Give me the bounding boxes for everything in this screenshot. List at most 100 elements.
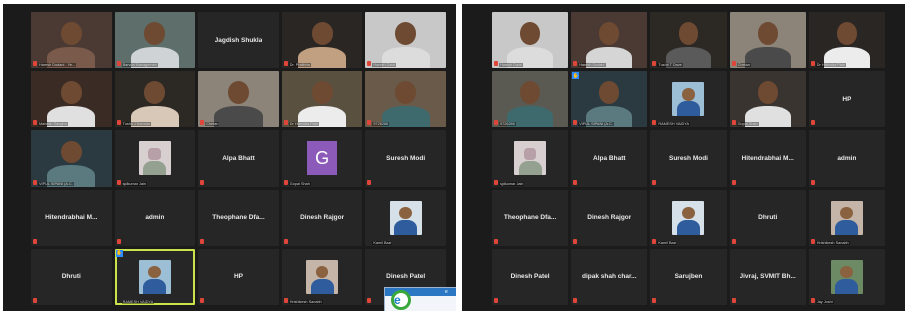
mic-muted-icon — [810, 120, 815, 126]
participant-tile[interactable]: Kamil Bazi — [650, 189, 727, 246]
participant-label: VIPUL SIPANI (A.C. — [578, 122, 614, 127]
participant-tile[interactable]: ✋ VIPUL SIPANI (A.C. — [571, 71, 648, 128]
profile-picture — [138, 141, 171, 176]
participant-tile[interactable]: Hrishikesh Sanabh — [281, 248, 363, 305]
participant-label: RAMESH VAIDYA — [121, 300, 155, 304]
participant-tile[interactable]: Alpa Bhatt — [571, 130, 648, 187]
participant-tile[interactable]: RAMESH VAIDYA — [650, 71, 727, 128]
participant-tile[interactable]: VIPUL SIPANI (A.C. — [31, 130, 112, 187]
participant-tile[interactable]: Dhruti — [31, 248, 112, 305]
participant-label: sjdkumar Jain — [499, 181, 525, 186]
participant-tile[interactable]: Haresh Dalal — [365, 12, 446, 69]
participant-tile[interactable]: Theophane Dfa... — [198, 189, 279, 246]
participant-label: Haresh Dodani — [578, 63, 606, 68]
profile-picture — [389, 200, 422, 235]
participant-name: Jagdish Shukla — [214, 36, 263, 44]
mic-muted-icon — [116, 120, 121, 126]
participant-tile[interactable]: Tushti J Kamdar — [114, 71, 196, 128]
video-feed — [729, 71, 806, 128]
participant-label: Jay Joshi — [815, 300, 834, 304]
mic-muted-icon — [283, 120, 288, 126]
profile-picture — [830, 200, 863, 235]
participant-tile[interactable]: Theophane Dfa... — [492, 189, 569, 246]
participant-tile[interactable]: 9726266 — [365, 71, 446, 128]
mic-muted-icon — [573, 238, 578, 244]
participant-grid-left: Haresh Dodani - Ye... Barvda Managemen Jag… — [31, 12, 446, 305]
participant-name: Theophane Dfa... — [212, 214, 265, 222]
participant-tile[interactable]: Dinesh Rajgor — [571, 189, 648, 246]
participant-label: Gopal Shah — [288, 181, 311, 186]
participant-label: Chetan — [736, 63, 751, 68]
video-feed — [114, 71, 196, 128]
participant-tile[interactable]: Dr Hitendra Pate — [808, 12, 885, 69]
participant-label: Hrishikesh Sanabh — [288, 300, 323, 304]
participant-tile[interactable]: dipak shah char... — [571, 248, 648, 305]
participant-tile[interactable]: Haresh Dodani - Ye... — [31, 12, 112, 69]
participant-tile[interactable]: Barvda Managemen — [114, 12, 196, 69]
participant-tile[interactable]: HP — [198, 248, 279, 305]
participant-label: Haresh Dalal — [372, 63, 397, 68]
profile-picture — [672, 82, 705, 117]
mic-muted-icon — [283, 238, 288, 244]
participant-label: Mahesh Sanghvi — [38, 122, 69, 127]
mic-muted-icon — [200, 238, 205, 244]
raised-hand-icon: ✋ — [572, 72, 580, 80]
participant-tile[interactable]: Kamil Bazi — [365, 189, 446, 246]
participant-label: Haresh Dodani - Ye... — [38, 63, 77, 68]
app-notification-popup[interactable]: e e — [384, 287, 456, 311]
participant-tile[interactable]: G Gopal Shah — [281, 130, 363, 187]
video-feed — [492, 12, 569, 69]
video-feed — [281, 12, 363, 69]
participant-tile[interactable]: Dr. Pratibha — [281, 12, 363, 69]
participant-label: Dr Hitendra Pate — [288, 122, 320, 127]
participant-tile[interactable]: admin — [808, 130, 885, 187]
participant-tile[interactable]: Jay Joshi — [808, 248, 885, 305]
participant-tile[interactable]: Hrishikesh Sanabh — [808, 189, 885, 246]
participant-tile[interactable]: Dinesh Rajgor — [281, 189, 363, 246]
mic-muted-icon — [573, 61, 578, 67]
participant-tile[interactable]: Hitendrabhai M... — [729, 130, 806, 187]
participant-tile[interactable]: HP — [808, 71, 885, 128]
participant-label: Dr. Pratibha — [288, 63, 311, 68]
video-feed — [31, 71, 112, 128]
video-feed — [365, 12, 446, 69]
participant-tile[interactable]: Mahesh Sanghvi — [31, 71, 112, 128]
mic-muted-icon — [731, 120, 736, 126]
participant-tile[interactable]: sjdkumar Jain — [114, 130, 196, 187]
participant-tile[interactable]: Dinesh Patel — [492, 248, 569, 305]
participant-tile[interactable]: Jagdish Shukla — [198, 12, 279, 69]
participant-label: Hrishikesh Sanabh — [815, 240, 850, 245]
participant-tile[interactable]: Hitendrabhai M... — [31, 189, 112, 246]
participant-name: Jivraj, SVMIT Bh... — [739, 273, 796, 281]
participant-tile[interactable]: Sarujben — [650, 248, 727, 305]
video-feed — [808, 12, 885, 69]
participant-tile[interactable]: Dhruti — [729, 189, 806, 246]
participant-tile[interactable]: sjdkumar Jain — [492, 130, 569, 187]
participant-name: Hitendrabhai M... — [741, 154, 794, 162]
participant-tile[interactable]: Chetan — [198, 71, 279, 128]
mic-muted-icon — [33, 120, 37, 126]
mic-muted-icon — [367, 179, 372, 185]
participant-tile[interactable]: Jivraj, SVMIT Bh... — [729, 248, 806, 305]
participant-tile[interactable]: Alpa Bhatt — [198, 130, 279, 187]
participant-tile[interactable]: Tushti T Dave — [650, 12, 727, 69]
participant-tile[interactable]: Chetan — [729, 12, 806, 69]
mic-muted-icon — [494, 120, 498, 126]
participant-tile[interactable]: Dr Hitendra Pate — [281, 71, 363, 128]
participant-label: sjdkumar Jain — [121, 181, 148, 186]
participant-name: Alpa Bhatt — [593, 154, 626, 162]
profile-picture — [514, 141, 547, 176]
participant-tile[interactable]: Haresh Dalal — [492, 12, 569, 69]
mic-muted-icon — [367, 61, 372, 67]
participant-tile[interactable]: Gopal Shah — [729, 71, 806, 128]
participant-tile[interactable]: 9726266 — [492, 71, 569, 128]
participant-tile[interactable]: admin — [114, 189, 196, 246]
participant-tile[interactable]: ✋ RAMESH VAIDYA — [114, 248, 196, 305]
video-feed — [365, 71, 446, 128]
mic-muted-icon — [33, 179, 37, 185]
mic-muted-icon — [283, 61, 288, 67]
participant-name: admin — [837, 154, 857, 162]
participant-tile[interactable]: Haresh Dodani — [571, 12, 648, 69]
participant-tile[interactable]: Suresh Modi — [365, 130, 446, 187]
participant-tile[interactable]: Suresh Modi — [650, 130, 727, 187]
